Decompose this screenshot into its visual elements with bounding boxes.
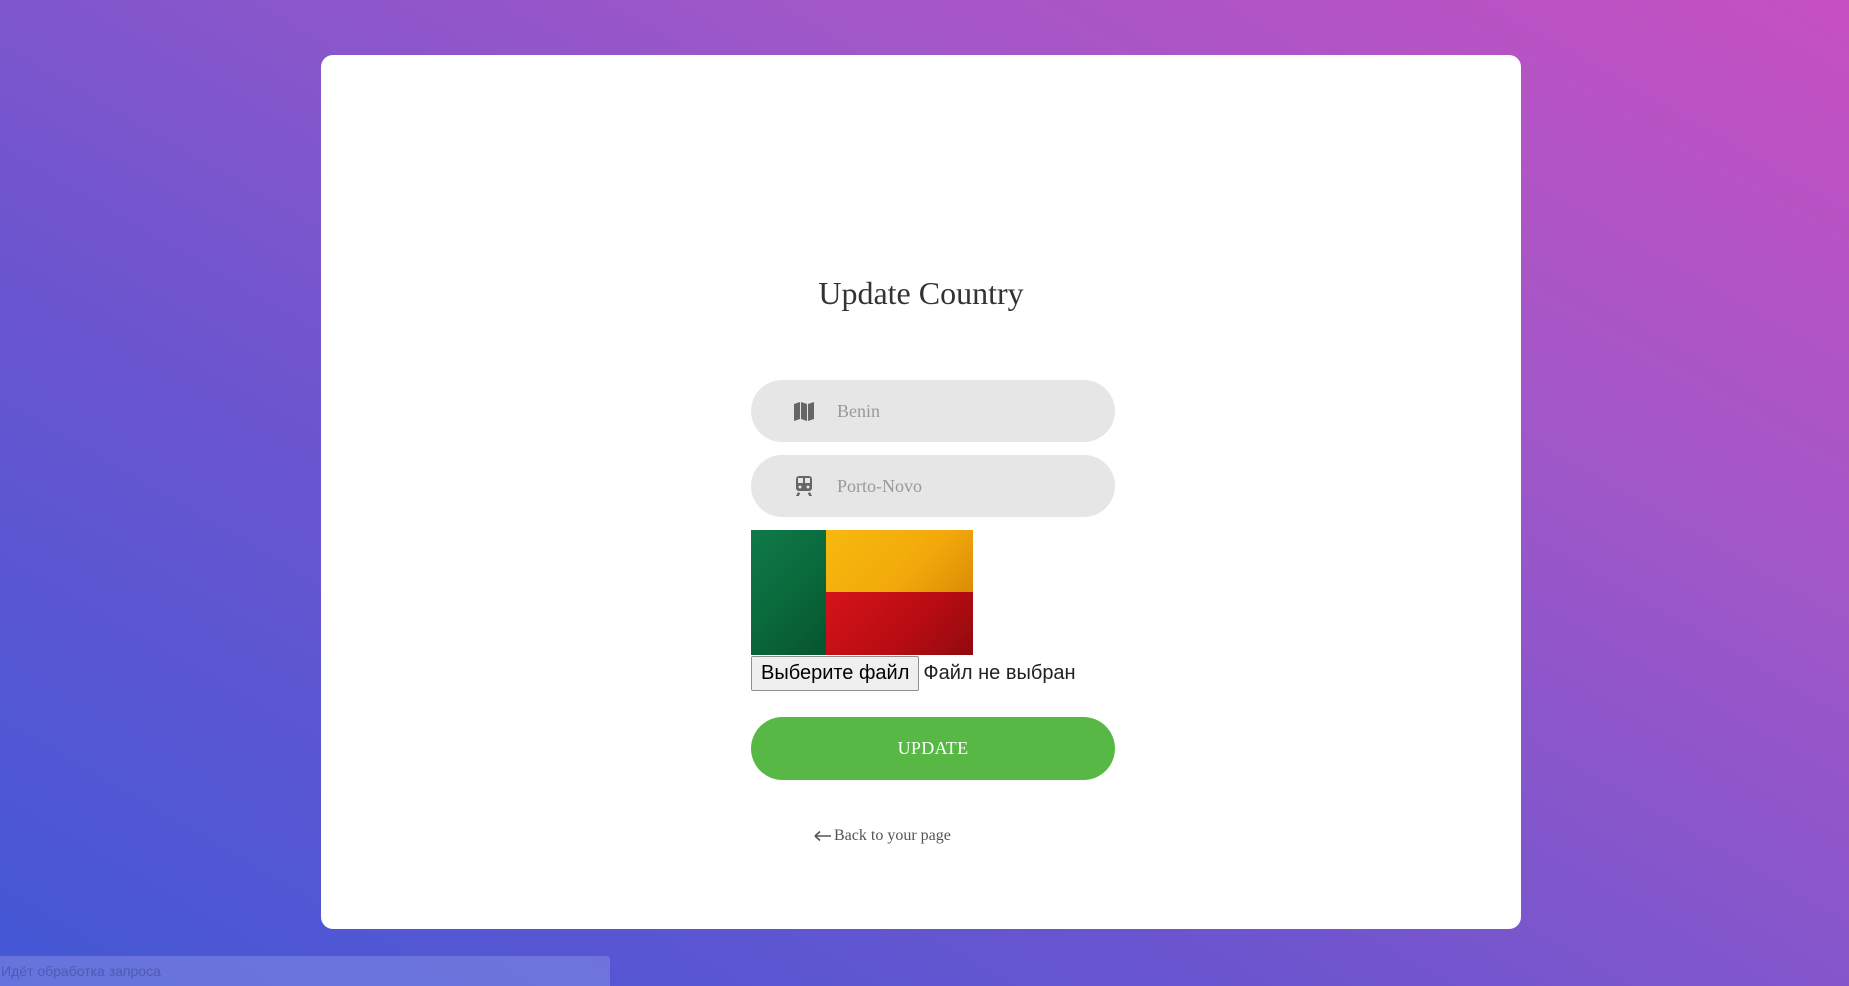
file-input: Выберите файл Файл не выбран	[751, 655, 1076, 691]
browser-status-bar: Идёт обработка запроса	[0, 956, 610, 986]
update-country-card: Update Country Выберите файл Файл не выб…	[321, 55, 1521, 929]
back-to-page-link[interactable]: Back to your page	[814, 827, 951, 845]
arrow-left-icon	[814, 830, 831, 842]
country-field-wrapper[interactable]	[751, 380, 1115, 442]
capital-field-wrapper[interactable]	[751, 455, 1115, 517]
file-status-text: Файл не выбран	[923, 661, 1076, 684]
map-icon	[794, 402, 814, 421]
back-link-label: Back to your page	[834, 827, 951, 844]
page-title: Update Country	[818, 275, 1024, 311]
country-name-input[interactable]	[837, 380, 1097, 442]
choose-file-button[interactable]: Выберите файл	[751, 655, 920, 691]
flag-green-stripe	[751, 530, 826, 655]
capital-name-input[interactable]	[837, 455, 1097, 517]
flag-yellow-stripe	[826, 530, 973, 592]
train-icon	[796, 476, 812, 496]
flag-red-stripe	[826, 592, 973, 655]
flag-preview-image	[751, 530, 973, 655]
update-button[interactable]: UPDATE	[751, 717, 1115, 780]
